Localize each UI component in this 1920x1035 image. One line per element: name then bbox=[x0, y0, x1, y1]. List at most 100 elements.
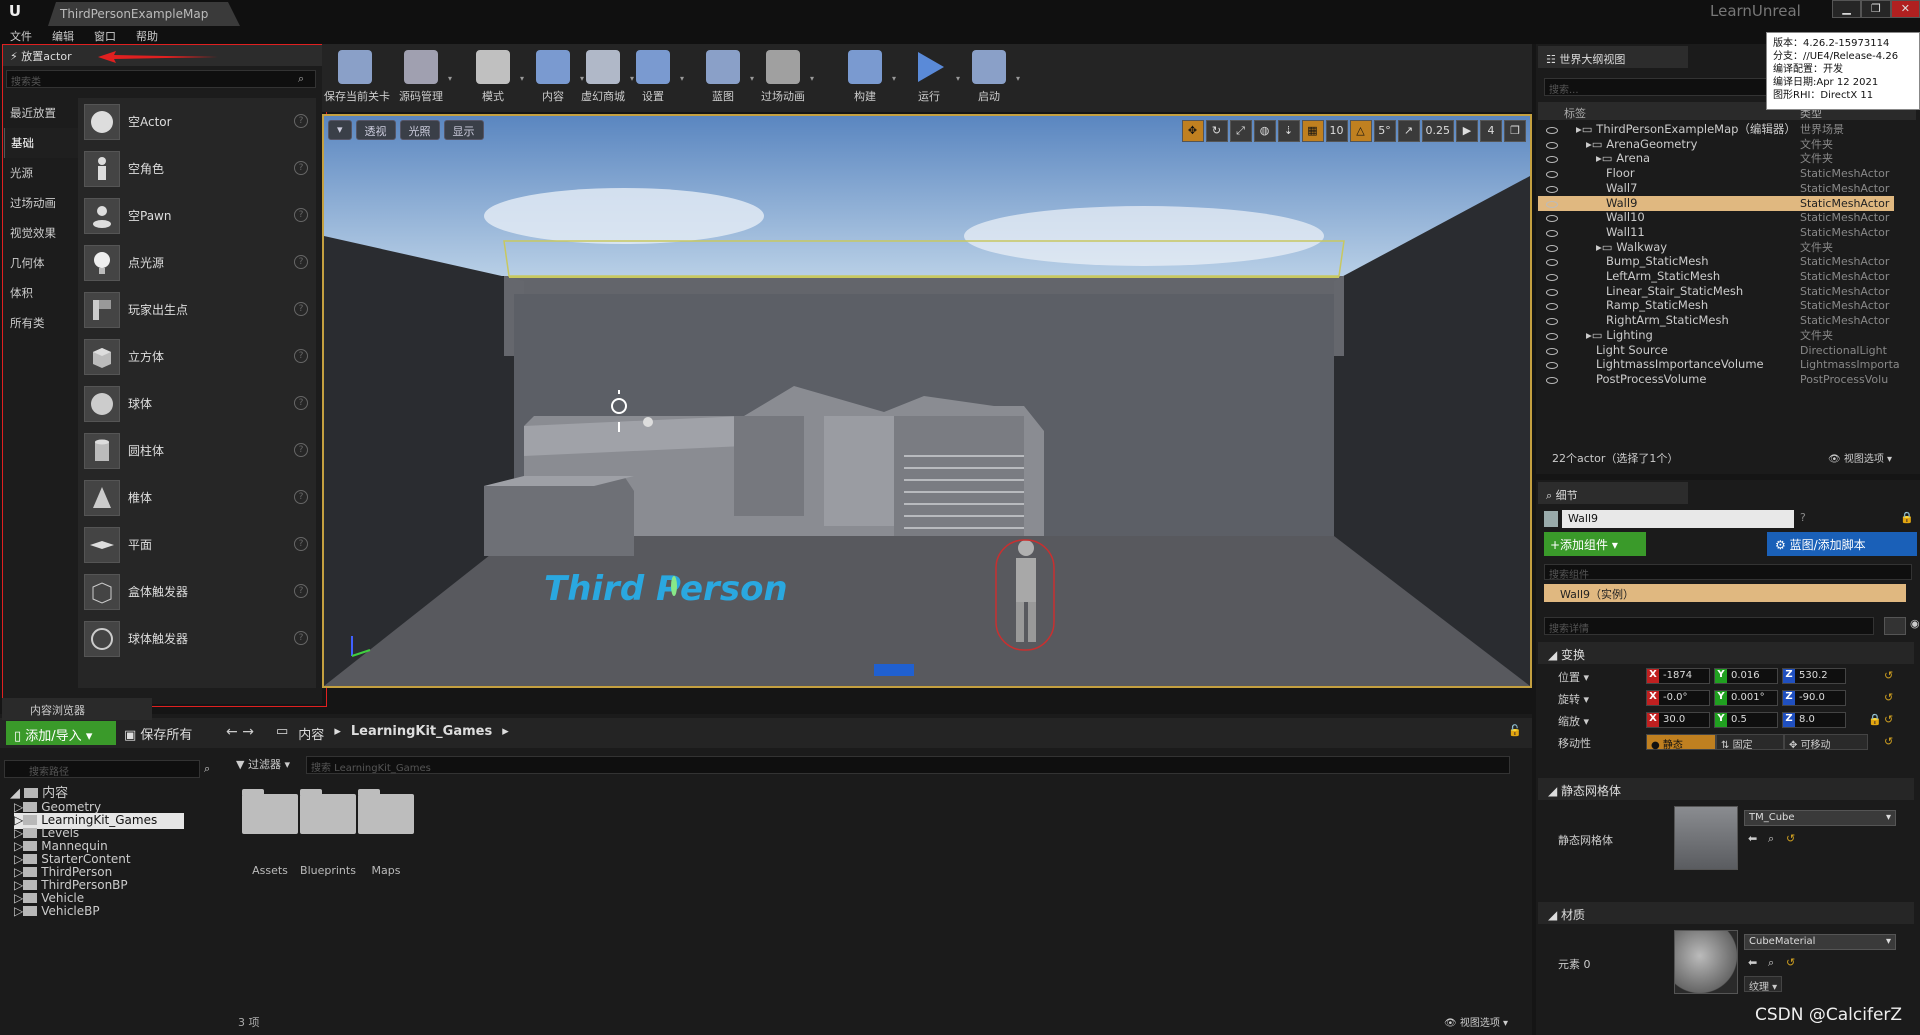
mesh-thumbnail[interactable] bbox=[1674, 806, 1738, 870]
class-search-input[interactable]: 搜索类 bbox=[6, 70, 316, 88]
actor-name-field[interactable]: Wall9 bbox=[1562, 510, 1794, 528]
scale-z-field[interactable]: Z 8.0 bbox=[1782, 712, 1846, 728]
outliner-row[interactable]: PostProcessVolume PostProcessVolu bbox=[1538, 372, 1894, 387]
reset-icon[interactable]: ↺ bbox=[1786, 832, 1795, 845]
transform-section-header[interactable]: ◢ 变换 bbox=[1538, 642, 1914, 664]
expand-icon[interactable]: ▷ bbox=[14, 904, 23, 918]
visibility-eye-icon[interactable] bbox=[1546, 185, 1558, 193]
outliner-row[interactable]: ▸▭ ArenaGeometry 文件夹 bbox=[1538, 137, 1894, 152]
material-thumbnail[interactable] bbox=[1674, 930, 1738, 994]
mobility-stationary-button[interactable]: ⇅ 固定 bbox=[1716, 734, 1784, 751]
level-viewport[interactable]: Third Person ▾ 透视 光照 显示 ✥ ↻ ⤢ ◍ ⇣ ▦ 10 △… bbox=[322, 114, 1532, 688]
actor-item-cube[interactable]: 立方体? bbox=[78, 333, 316, 380]
browse-icon[interactable]: ⌕ bbox=[1768, 832, 1774, 846]
rotation-snap-value[interactable]: 5° bbox=[1373, 120, 1396, 142]
folder-tile-label[interactable]: Maps bbox=[350, 864, 422, 877]
visibility-eye-icon[interactable] bbox=[1546, 376, 1558, 384]
static-mesh-picker[interactable]: TM_Cube ▾ bbox=[1744, 810, 1896, 826]
help-icon[interactable]: ? bbox=[294, 255, 308, 269]
minimize-icon[interactable]: ▁ bbox=[1832, 0, 1862, 18]
category-all-classes[interactable]: 所有类 bbox=[4, 308, 78, 338]
camera-speed-value[interactable]: 4 bbox=[1480, 120, 1502, 142]
outliner-row[interactable]: ▸▭ Lighting 文件夹 bbox=[1538, 328, 1894, 343]
rotation-y-field[interactable]: Y 0.001° bbox=[1714, 690, 1778, 706]
actor-item-cone[interactable]: 椎体? bbox=[78, 474, 316, 521]
dropdown-arrow-icon[interactable]: ▾ bbox=[810, 74, 814, 83]
menu-file[interactable]: 文件 bbox=[0, 26, 42, 44]
menu-window[interactable]: 窗口 bbox=[84, 26, 126, 44]
visibility-eye-icon[interactable] bbox=[1546, 347, 1558, 355]
materials-section-header[interactable]: ◢ 材质 bbox=[1538, 902, 1914, 924]
help-icon[interactable]: ? bbox=[294, 537, 308, 551]
rotation-label[interactable]: 旋转 ▾ bbox=[1558, 691, 1589, 707]
property-matrix-icon[interactable] bbox=[1884, 617, 1906, 635]
outliner-row[interactable]: Light Source DirectionalLight bbox=[1538, 343, 1894, 358]
help-icon[interactable]: ? bbox=[1800, 511, 1806, 524]
actor-item-plane[interactable]: 平面? bbox=[78, 521, 316, 568]
actor-item-point-light[interactable]: 点光源? bbox=[78, 239, 316, 286]
category-recent[interactable]: 最近放置 bbox=[4, 98, 78, 128]
reset-icon[interactable]: ↺ bbox=[1884, 669, 1893, 682]
expand-icon[interactable]: ▷ bbox=[14, 852, 23, 866]
category-cinematic[interactable]: 过场动画 bbox=[4, 188, 78, 218]
outliner-row[interactable]: Floor StaticMeshActor bbox=[1538, 166, 1894, 181]
folder-tile-icon[interactable] bbox=[358, 789, 414, 834]
tree-folder[interactable]: ▷ VehicleBP bbox=[14, 904, 100, 920]
visibility-eye-icon[interactable] bbox=[1546, 332, 1558, 340]
actor-item-empty-character[interactable]: 空角色? bbox=[78, 145, 316, 192]
scale-snap-icon[interactable]: ↗ bbox=[1397, 120, 1420, 142]
location-y-field[interactable]: Y 0.016 bbox=[1714, 668, 1778, 684]
help-icon[interactable]: ? bbox=[294, 208, 308, 222]
browse-icon[interactable]: ⌕ bbox=[1768, 956, 1774, 970]
surface-snap-icon[interactable]: ⇣ bbox=[1277, 120, 1300, 142]
visibility-eye-icon[interactable]: ◉ bbox=[1910, 617, 1920, 630]
reset-icon[interactable]: ↺ bbox=[1884, 713, 1893, 726]
viewport-options-button[interactable]: ▾ bbox=[328, 120, 352, 140]
outliner-row[interactable]: LeftArm_StaticMesh StaticMeshActor bbox=[1538, 269, 1894, 284]
toolbar-button-8[interactable]: 构建 ▾ bbox=[834, 46, 896, 108]
visibility-eye-icon[interactable] bbox=[1546, 127, 1558, 134]
menu-help[interactable]: 帮助 bbox=[126, 26, 168, 44]
path-search-input[interactable]: 搜索路径 bbox=[4, 760, 200, 778]
details-tab[interactable]: ⌕ 细节 bbox=[1538, 482, 1688, 504]
visibility-eye-icon[interactable] bbox=[1546, 259, 1558, 267]
outliner-row[interactable]: RightArm_StaticMesh StaticMeshActor bbox=[1538, 313, 1894, 328]
dropdown-arrow-icon[interactable]: ▾ bbox=[448, 74, 452, 83]
category-basic[interactable]: 基础 bbox=[4, 128, 78, 158]
expand-icon[interactable]: ▷ bbox=[14, 878, 23, 892]
outliner-row[interactable]: LightmassImportanceVolume LightmassImport… bbox=[1538, 357, 1900, 372]
toolbar-button-0[interactable]: 保存当前关卡 bbox=[324, 46, 390, 108]
help-icon[interactable]: ? bbox=[294, 302, 308, 316]
outliner-row[interactable]: Wall11 StaticMeshActor bbox=[1538, 225, 1894, 240]
outliner-row[interactable]: Wall7 StaticMeshActor bbox=[1538, 181, 1894, 196]
mobility-static-button[interactable]: ● 静态 bbox=[1646, 734, 1716, 751]
reset-icon[interactable]: ↺ bbox=[1884, 691, 1893, 704]
help-icon[interactable]: ? bbox=[294, 490, 308, 504]
expand-icon[interactable]: ▷ bbox=[14, 891, 23, 905]
location-z-field[interactable]: Z 530.2 bbox=[1782, 668, 1846, 684]
save-all-button[interactable]: ▣ 保存所有 bbox=[124, 724, 192, 743]
static-mesh-section-header[interactable]: ◢ 静态网格体 bbox=[1538, 778, 1914, 800]
lighting-mode-button[interactable]: 光照 bbox=[399, 120, 440, 140]
folder-tile-icon[interactable] bbox=[242, 789, 298, 834]
toolbar-button-1[interactable]: 源码管理 ▾ bbox=[390, 46, 452, 108]
camera-speed-icon[interactable]: ▶ bbox=[1456, 120, 1478, 142]
visibility-eye-icon[interactable] bbox=[1546, 156, 1558, 164]
content-browser-tab[interactable]: 内容浏览器 bbox=[2, 698, 152, 720]
menu-edit[interactable]: 编辑 bbox=[42, 26, 84, 44]
category-geometry[interactable]: 几何体 bbox=[4, 248, 78, 278]
visibility-eye-icon[interactable] bbox=[1546, 362, 1558, 370]
actor-item-sphere-trigger[interactable]: 球体触发器? bbox=[78, 615, 316, 662]
actor-item-box-trigger[interactable]: 盒体触发器? bbox=[78, 568, 316, 615]
outliner-view-options[interactable]: 👁 视图选项 ▾ bbox=[1828, 450, 1892, 465]
expand-icon[interactable]: ▷ bbox=[14, 813, 23, 827]
rotate-icon[interactable]: ↻ bbox=[1205, 120, 1228, 142]
help-icon[interactable]: ? bbox=[294, 114, 308, 128]
translate-icon[interactable]: ✥ bbox=[1181, 120, 1204, 142]
help-icon[interactable]: ? bbox=[294, 631, 308, 645]
outliner-row[interactable]: Wall9 StaticMeshActor bbox=[1538, 195, 1894, 211]
perspective-button[interactable]: 透视 bbox=[355, 120, 396, 140]
visibility-eye-icon[interactable] bbox=[1546, 244, 1558, 252]
visibility-eye-icon[interactable] bbox=[1546, 274, 1558, 281]
scale-x-field[interactable]: X 30.0 bbox=[1646, 712, 1710, 728]
